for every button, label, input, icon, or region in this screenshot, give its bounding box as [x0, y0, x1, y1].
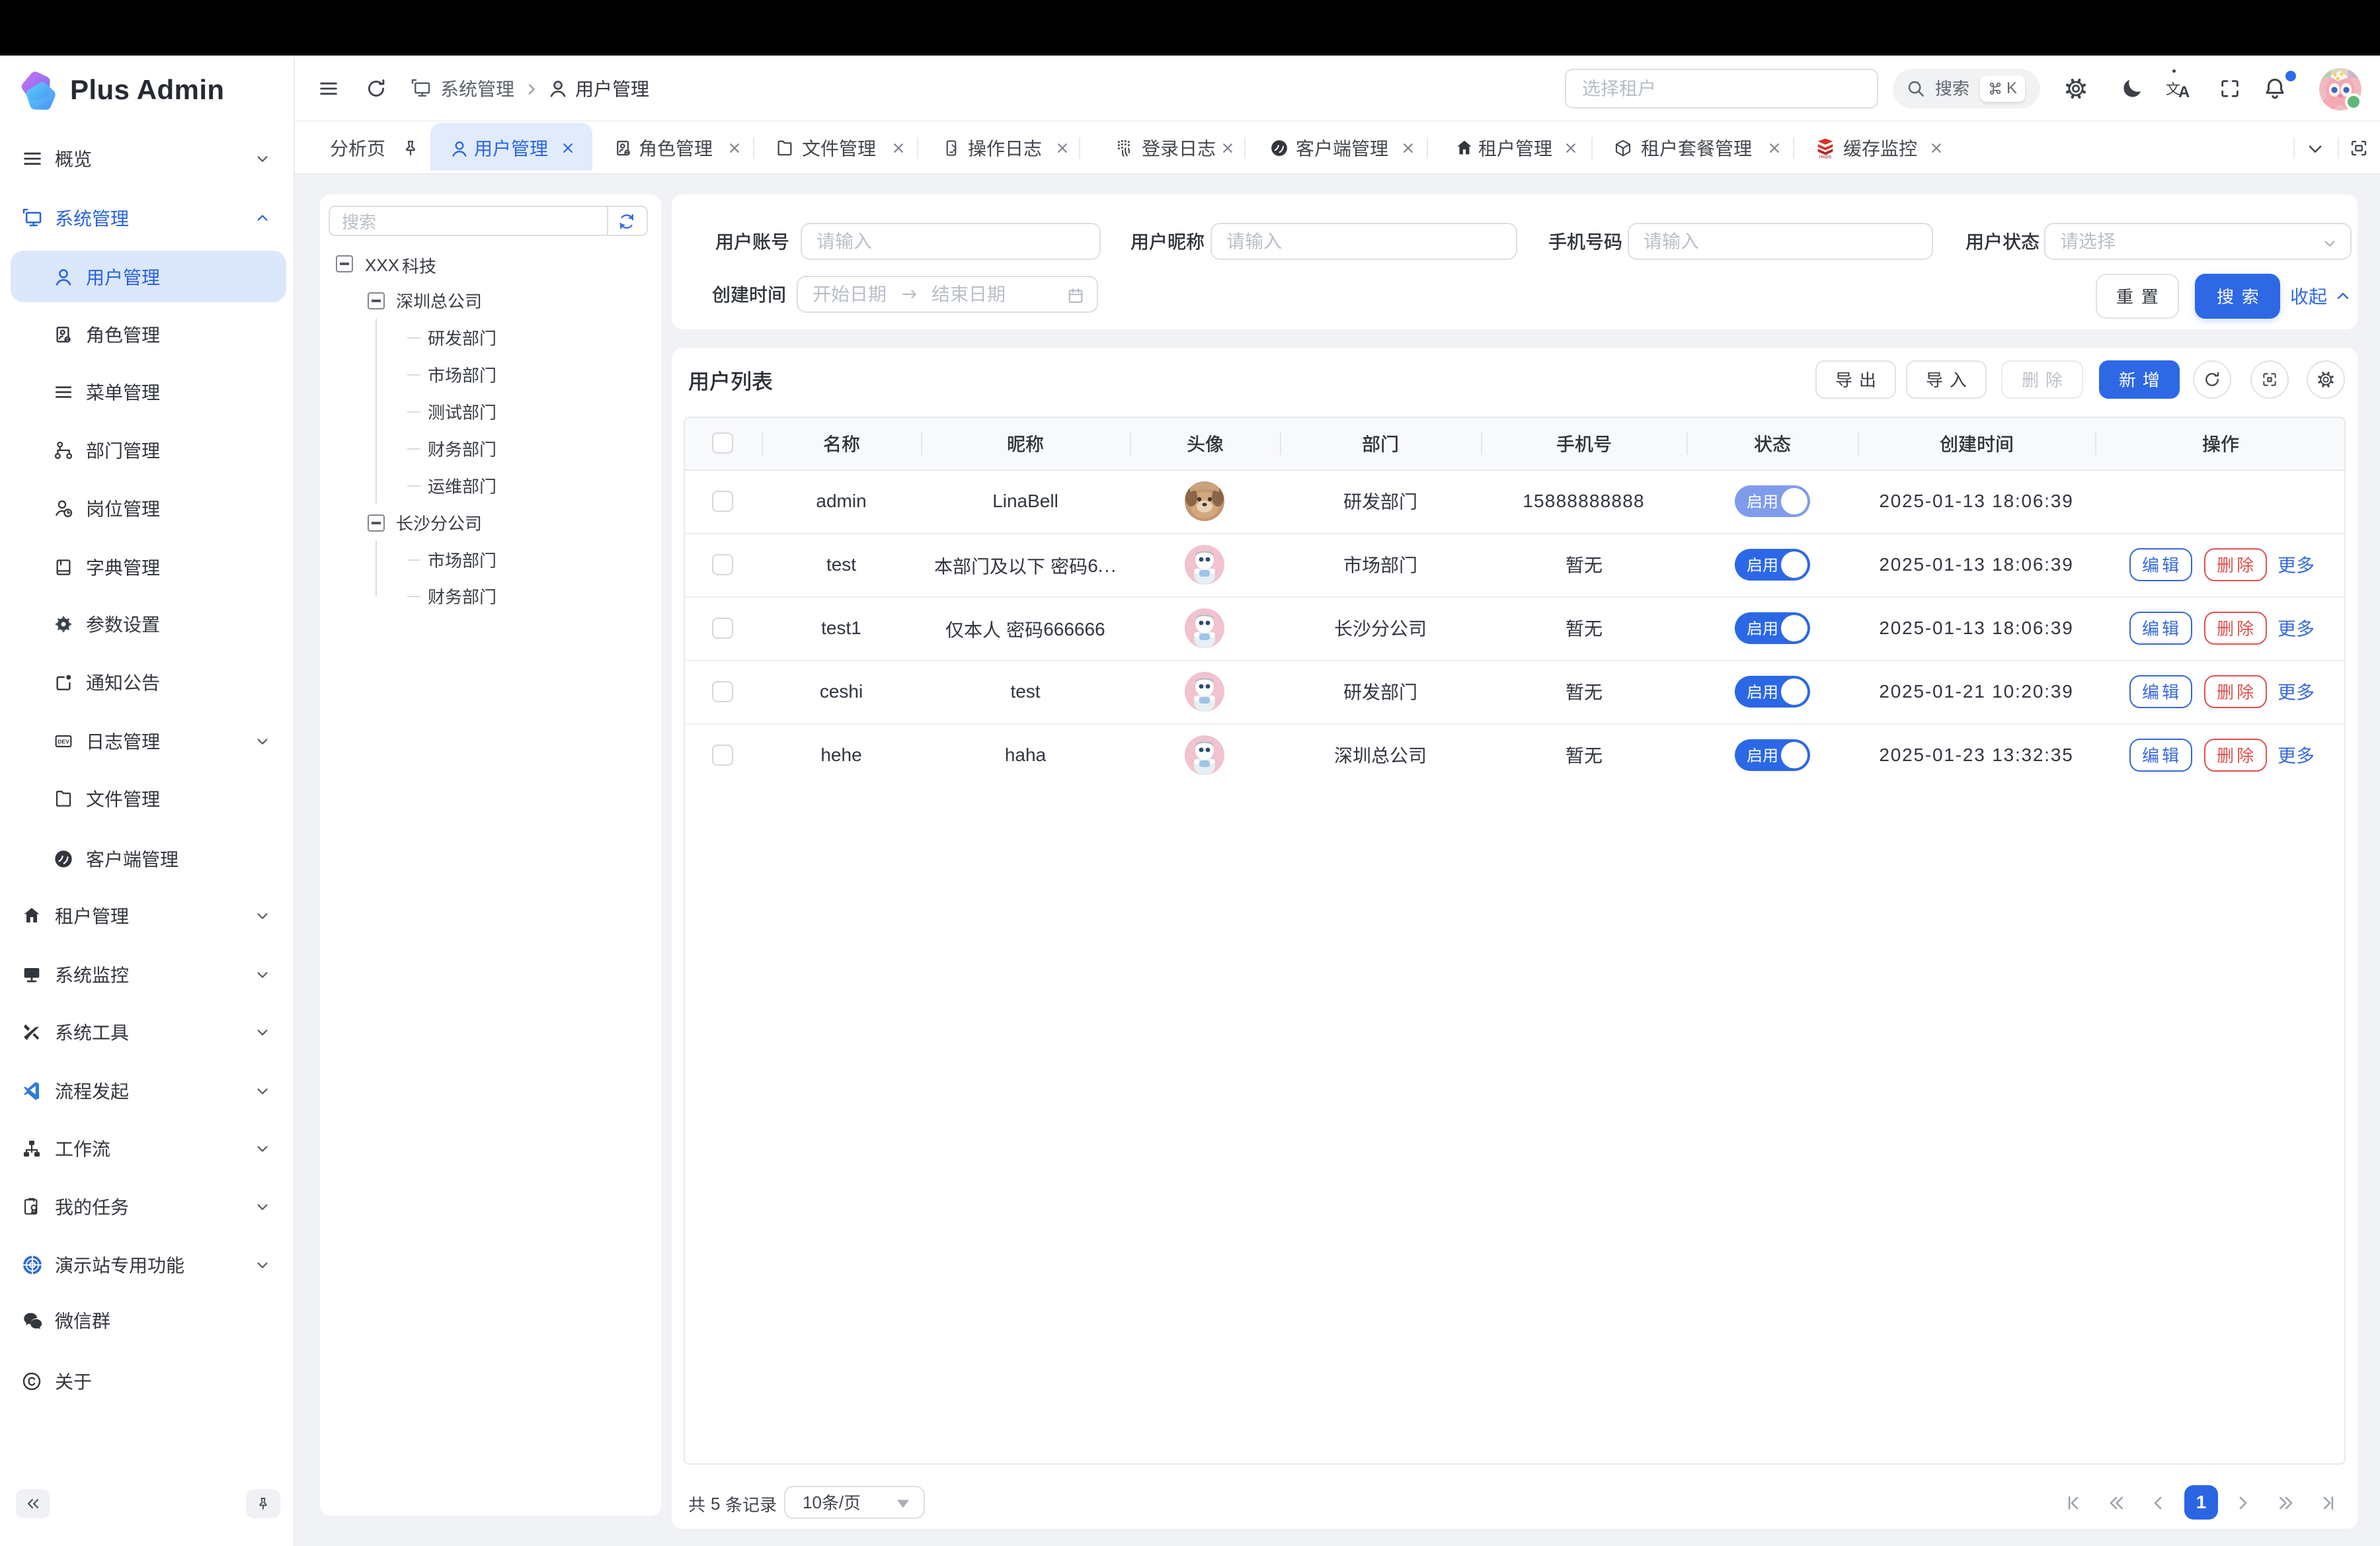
svg-text:redis: redis: [1819, 153, 1831, 159]
svg-text:DEV: DEV: [58, 739, 69, 745]
